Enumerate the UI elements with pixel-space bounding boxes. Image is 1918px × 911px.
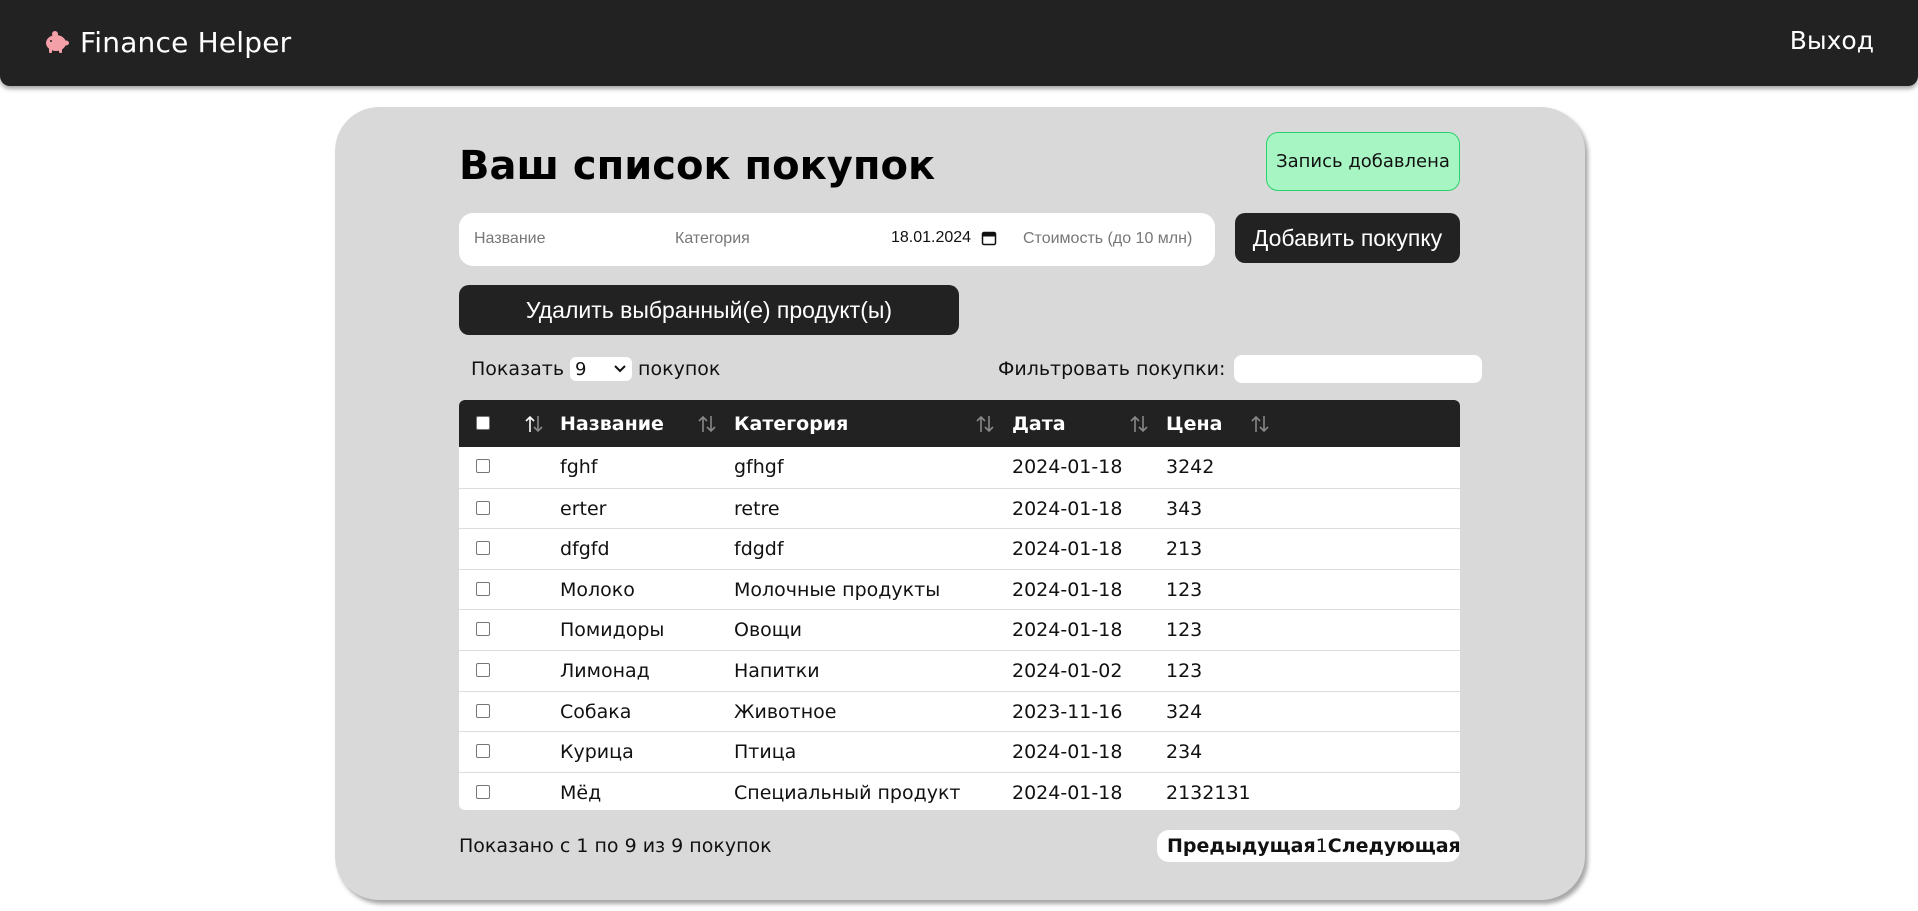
sort-icon[interactable] [1128, 413, 1150, 435]
column-header-price[interactable]: Цена [1166, 413, 1222, 435]
date-input[interactable]: 18.01.2024 [891, 229, 997, 247]
piggy-bank-icon [46, 31, 69, 53]
purchases-table: Название Категория Дата Цена fghf gfhgf … [459, 400, 1460, 810]
cell-category: Овощи [734, 619, 803, 642]
cell-price: 123 [1166, 578, 1203, 601]
date-value: 18.01.2024 [891, 229, 972, 246]
column-header-name[interactable]: Название [560, 413, 664, 435]
row-checkbox[interactable] [476, 541, 490, 556]
category-input[interactable]: Категория [675, 230, 750, 248]
cell-date: 2024-01-18 [1012, 781, 1123, 804]
cell-name: Помидоры [560, 619, 665, 642]
name-input[interactable]: Название [474, 230, 546, 248]
cell-date: 2024-01-18 [1012, 456, 1123, 478]
cell-name: Мёд [560, 781, 602, 804]
select-all-checkbox[interactable] [476, 416, 490, 430]
column-header-date[interactable]: Дата [1012, 413, 1066, 435]
top-navbar: Finance Helper Выход [0, 0, 1918, 86]
row-checkbox[interactable] [476, 744, 490, 759]
table-info: Показано с 1 по 9 из 9 покупок [459, 835, 772, 857]
row-checkbox[interactable] [476, 581, 490, 596]
purchases-panel: Ваш список покупок Запись добавлена Назв… [335, 107, 1585, 900]
cell-name: Собака [560, 700, 632, 723]
delete-selected-button[interactable]: Удалить выбранный(е) продукт(ы) [459, 285, 959, 335]
table-row: Помидоры Овощи 2024-01-18 123 [459, 609, 1460, 650]
cell-category: retre [734, 497, 780, 520]
next-page-button[interactable]: Следующая [1328, 835, 1461, 857]
cost-input[interactable]: Стоимость (до 10 млн) [1023, 230, 1192, 248]
sort-icon[interactable] [974, 413, 996, 435]
page-title: Ваш список покупок [459, 143, 936, 189]
cell-date: 2024-01-02 [1012, 659, 1123, 682]
cell-price: 3242 [1166, 456, 1215, 478]
cell-category: gfhgf [734, 456, 784, 478]
cell-date: 2024-01-18 [1012, 741, 1123, 764]
cell-category: fdgdf [734, 538, 784, 561]
row-checkbox[interactable] [476, 662, 490, 677]
filter-input[interactable] [1234, 355, 1483, 383]
logout-link[interactable]: Выход [1790, 26, 1874, 55]
table-row: Мёд Специальный продукт 2024-01-18 21321… [459, 771, 1460, 810]
filter-control: Фильтровать покупки: [998, 355, 1483, 383]
table-row: Лимонад Напитки 2024-01-02 123 [459, 649, 1460, 691]
cell-price: 123 [1166, 619, 1203, 642]
success-toast: Запись добавлена [1266, 132, 1460, 191]
cell-name: fghf [560, 456, 598, 478]
cell-date: 2024-01-18 [1012, 619, 1123, 642]
row-checkbox[interactable] [476, 622, 490, 637]
cell-price: 2132131 [1166, 781, 1251, 804]
show-suffix: покупок [638, 358, 721, 380]
show-prefix: Показать [471, 358, 565, 380]
chevron-down-icon [614, 365, 626, 373]
cell-category: Животное [734, 700, 837, 723]
sort-icon[interactable] [1249, 413, 1271, 435]
cell-name: dfgfd [560, 538, 610, 561]
table-row: Собака Животное 2023-11-16 324 [459, 690, 1460, 732]
pagination: Предыдущая 1 Следующая [1157, 830, 1461, 862]
cell-price: 234 [1166, 741, 1203, 764]
cell-name: Курица [560, 741, 634, 764]
brand[interactable]: Finance Helper [42, 24, 291, 60]
row-checkbox[interactable] [476, 459, 490, 473]
row-checkbox[interactable] [476, 784, 490, 799]
calendar-icon[interactable] [981, 230, 997, 246]
add-purchase-form: Название Категория 18.01.2024 Стоимость … [459, 213, 1215, 266]
page-size-select[interactable]: 9 [570, 357, 633, 381]
cell-date: 2023-11-16 [1012, 700, 1123, 723]
cell-date: 2024-01-18 [1012, 538, 1123, 561]
cell-category: Молочные продукты [734, 578, 941, 601]
cell-category: Специальный продукт [734, 781, 961, 804]
cell-name: Лимонад [560, 659, 650, 682]
cell-date: 2024-01-18 [1012, 578, 1123, 601]
cell-date: 2024-01-18 [1012, 497, 1123, 520]
table-row: erter retre 2024-01-18 343 [459, 487, 1460, 529]
cell-name: Молоко [560, 578, 635, 601]
app-name: Finance Helper [80, 25, 292, 59]
add-purchase-button[interactable]: Добавить покупку [1235, 213, 1460, 263]
column-header-category[interactable]: Категория [734, 413, 848, 435]
table-row: Курица Птица 2024-01-18 234 [459, 731, 1460, 772]
cell-price: 213 [1166, 538, 1203, 561]
table-row: fghf gfhgf 2024-01-18 3242 [459, 447, 1460, 488]
prev-page-button[interactable]: Предыдущая [1167, 835, 1316, 857]
row-checkbox[interactable] [476, 500, 490, 515]
page-number-button[interactable]: 1 [1316, 835, 1328, 857]
sort-icon[interactable] [696, 413, 718, 435]
cell-price: 343 [1166, 497, 1203, 520]
filter-label: Фильтровать покупки: [998, 358, 1226, 380]
row-checkbox[interactable] [476, 703, 490, 718]
cell-price: 123 [1166, 659, 1203, 682]
cell-category: Птица [734, 741, 797, 764]
cell-name: erter [560, 497, 607, 520]
page-size-value: 9 [575, 358, 587, 380]
sort-icon[interactable] [523, 413, 545, 435]
page-size-control: Показать 9 покупок [471, 356, 720, 382]
table-header: Название Категория Дата Цена [459, 400, 1460, 447]
table-row: dfgfd fdgdf 2024-01-18 213 [459, 528, 1460, 569]
cell-price: 324 [1166, 700, 1203, 723]
table-row: Молоко Молочные продукты 2024-01-18 123 [459, 568, 1460, 610]
cell-category: Напитки [734, 659, 820, 682]
table-body: fghf gfhgf 2024-01-18 3242 erter retre 2… [459, 447, 1460, 810]
